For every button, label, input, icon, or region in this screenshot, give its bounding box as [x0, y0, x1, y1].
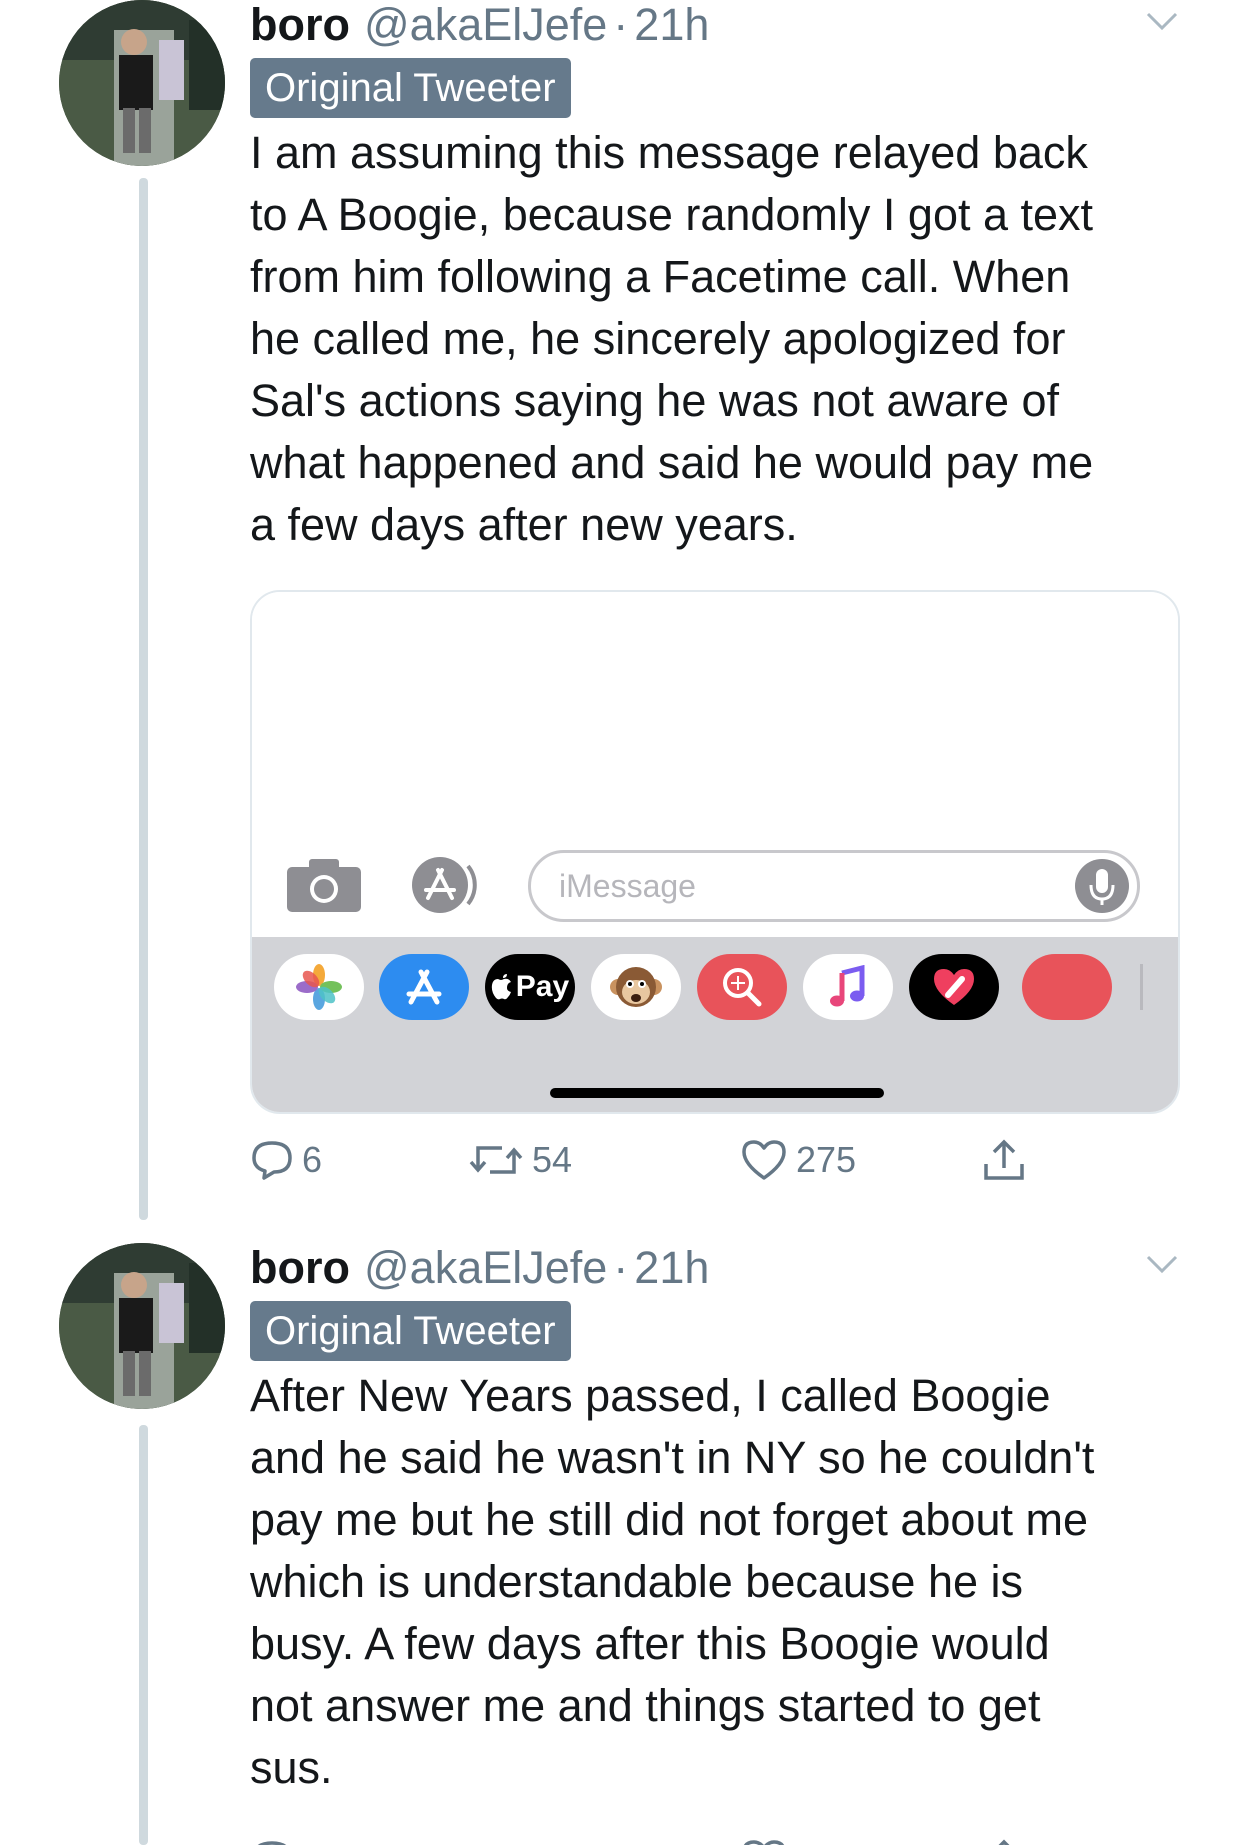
tweet-2[interactable]: boro @akaElJefe · 21h Original Tweeter A…: [250, 1243, 1180, 1799]
tweet-text: I am assuming this message relayed back …: [250, 122, 1180, 556]
share-button[interactable]: [980, 1130, 1028, 1190]
tweet-media-image[interactable]: iMessage Pay: [250, 590, 1180, 1114]
avatar[interactable]: [59, 0, 225, 166]
original-tweeter-badge: Original Tweeter: [250, 1301, 571, 1361]
heart-icon: [744, 1840, 784, 1845]
tweet-text-line: I am assuming this message relayed back: [250, 127, 1088, 178]
timestamp[interactable]: 21h: [634, 0, 709, 50]
tweet-text-line: and he said he wasn't in NY so he couldn…: [250, 1432, 1095, 1483]
home-indicator: [550, 1088, 884, 1098]
tweet-text-line: pay me but he still did not forget about…: [250, 1494, 1088, 1545]
user-handle[interactable]: @akaElJefe: [364, 0, 607, 50]
reply-icon: [252, 1141, 292, 1180]
tweet-actions-partial: [250, 1830, 1090, 1845]
retweet-icon: [469, 1146, 523, 1174]
avatar-photo: [59, 1243, 225, 1409]
tweet-text-line: he called me, he sincerely apologized fo…: [250, 313, 1066, 364]
thread-line: [139, 1425, 148, 1845]
app-store-button-icon: [412, 857, 477, 913]
tweet-header: boro @akaElJefe · 21h: [250, 0, 1180, 50]
user-handle[interactable]: @akaElJefe: [364, 1243, 607, 1293]
camera-icon: [287, 859, 361, 912]
chevron-down-icon[interactable]: [1144, 8, 1180, 36]
tweet-text-line: Sal's actions saying he was not aware of: [250, 375, 1060, 426]
avatar[interactable]: [59, 1243, 225, 1409]
images-search-icon: [697, 954, 787, 1020]
like-count: 275: [796, 1139, 857, 1180]
reply-button[interactable]: 6: [250, 1130, 322, 1190]
reply-count: 6: [302, 1139, 323, 1180]
share-icon: [984, 1139, 1024, 1180]
original-tweeter-badge: Original Tweeter: [250, 58, 571, 118]
thread-line: [139, 178, 148, 1220]
apple-pay-label: Pay: [515, 970, 570, 1003]
digital-touch-icon: [909, 954, 999, 1020]
separator: ·: [613, 1242, 629, 1293]
retweet-count: 54: [532, 1139, 573, 1180]
retweet-button[interactable]: [468, 1830, 524, 1845]
share-button[interactable]: [980, 1830, 1028, 1845]
share-icon: [998, 1839, 1010, 1845]
tweet-text-line: which is understandable because he is: [250, 1556, 1023, 1607]
tweet-text-line: a few days after new years.: [250, 499, 798, 550]
display-name[interactable]: boro: [250, 1243, 350, 1293]
timestamp[interactable]: 21h: [634, 1243, 709, 1293]
partial-app-icon: [1022, 954, 1112, 1020]
tweet-1[interactable]: boro @akaElJefe · 21h Original Tweeter I…: [250, 0, 1180, 556]
microphone-icon: [1075, 859, 1129, 913]
music-icon: [803, 954, 893, 1020]
tweet-text-line: After New Years passed, I called Boogie: [250, 1370, 1051, 1421]
chevron-down-icon[interactable]: [1144, 1251, 1180, 1279]
apple-pay-icon: Pay: [485, 954, 575, 1020]
imessage-placeholder: iMessage: [559, 868, 696, 904]
reply-icon: [257, 1841, 287, 1845]
imessage-input: iMessage: [528, 850, 1140, 922]
heart-icon: [742, 1140, 786, 1180]
tweet-actions: 6 54 275: [250, 1130, 1090, 1190]
tweet-text-line: sus.: [250, 1742, 333, 1793]
avatar-photo: [59, 0, 225, 166]
tweet-text-line: what happened and said he would pay me: [250, 437, 1094, 488]
tweet-text: After New Years passed, I called Boogie …: [250, 1365, 1180, 1799]
animoji-monkey-icon: [591, 954, 681, 1020]
tweet-text-line: from him following a Facetime call. When: [250, 251, 1071, 302]
photos-icon: [274, 954, 364, 1020]
reply-button[interactable]: [250, 1830, 294, 1845]
retweet-icon: [468, 1840, 524, 1845]
display-name[interactable]: boro: [250, 0, 350, 50]
like-button[interactable]: 275: [740, 1130, 856, 1190]
separator: ·: [613, 0, 629, 50]
tweet-text-line: to A Boogie, because randomly I got a te…: [250, 189, 1094, 240]
retweet-button[interactable]: 54: [468, 1130, 572, 1190]
app-store-icon: [379, 954, 469, 1020]
like-button[interactable]: [740, 1830, 788, 1845]
tweet-text-line: not answer me and things started to get: [250, 1680, 1041, 1731]
tray-divider: [1140, 964, 1143, 1010]
tweet-header: boro @akaElJefe · 21h: [250, 1243, 1180, 1293]
tweet-text-line: busy. A few days after this Boogie would: [250, 1618, 1050, 1669]
